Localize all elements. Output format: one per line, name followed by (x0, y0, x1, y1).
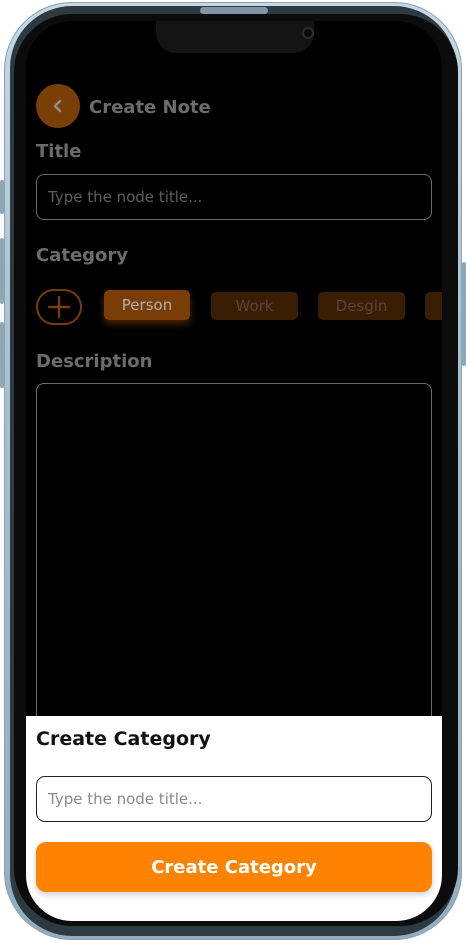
category-chip-person[interactable]: Person (104, 290, 190, 320)
page-title: Create Note (89, 97, 211, 118)
create-category-bottom-sheet: Create Category Create Category (26, 716, 442, 921)
note-title-input[interactable] (36, 174, 432, 220)
title-label: Title (36, 141, 82, 162)
category-chip-list: Person Work Desgin (36, 287, 442, 327)
sheet-title: Create Category (36, 728, 211, 750)
phone-mockup: Create Note Title Category Person Work D… (0, 0, 466, 943)
category-chip-overflow[interactable] (425, 292, 442, 320)
category-label: Category (36, 245, 129, 266)
screen: Create Note Title Category Person Work D… (26, 21, 442, 921)
back-button[interactable] (36, 84, 80, 128)
notch (156, 21, 314, 53)
description-label: Description (36, 351, 153, 372)
front-camera (302, 27, 314, 39)
create-category-button[interactable]: Create Category (36, 842, 432, 892)
plus-icon (47, 295, 71, 319)
category-chip-work[interactable]: Work (211, 292, 298, 320)
power-button (462, 262, 466, 366)
earpiece-speaker (200, 7, 268, 14)
category-chip-design[interactable]: Desgin (318, 292, 405, 320)
add-category-button[interactable] (36, 289, 82, 325)
description-textarea[interactable] (36, 383, 432, 723)
chevron-left-icon (53, 99, 62, 113)
category-name-input[interactable] (36, 776, 432, 822)
